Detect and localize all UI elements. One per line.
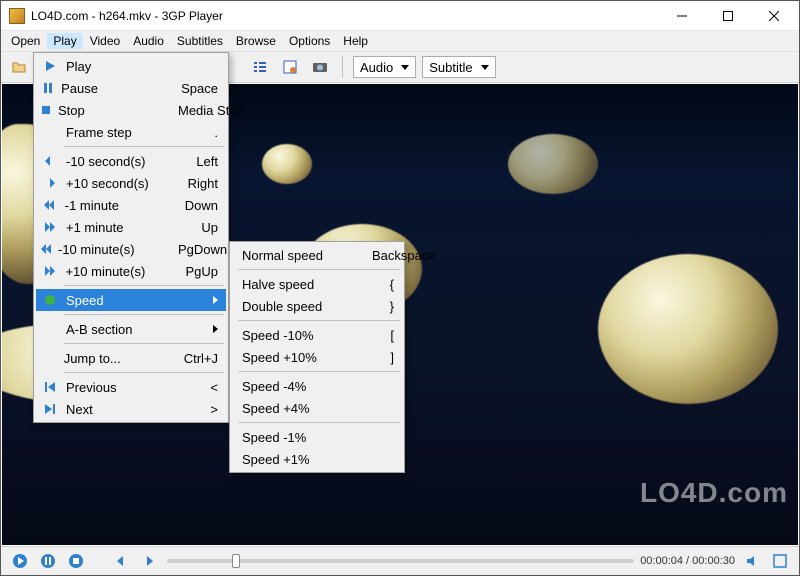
separator — [342, 56, 343, 78]
dropdown-caret-icon — [481, 65, 489, 70]
window-buttons — [659, 1, 797, 31]
menu-item-back-10s[interactable]: -10 second(s)Left — [36, 150, 226, 172]
menu-subtitles[interactable]: Subtitles — [171, 33, 229, 49]
menu-item-speed-minus-10[interactable]: Speed -10%[ — [232, 324, 402, 346]
app-icon — [9, 8, 25, 24]
play-button[interactable] — [9, 550, 31, 572]
menu-item-stop[interactable]: StopMedia Stop — [36, 99, 226, 121]
properties-button[interactable] — [278, 55, 302, 79]
maximize-button[interactable] — [705, 1, 751, 31]
forward-icon — [40, 175, 60, 191]
stop-button[interactable] — [65, 550, 87, 572]
subtitle-dropdown[interactable]: Subtitle — [422, 56, 495, 78]
menu-item-speed[interactable]: Speed — [36, 289, 226, 311]
menu-item-next[interactable]: Next> — [36, 398, 226, 420]
menu-item-back-10m[interactable]: -10 minute(s)PgDown — [36, 238, 226, 260]
screenshot-button[interactable] — [308, 55, 332, 79]
menu-item-back-1m[interactable]: -1 minuteDown — [36, 194, 226, 216]
play-icon — [40, 58, 60, 74]
seek-slider[interactable] — [167, 553, 634, 569]
minimize-button[interactable] — [659, 1, 705, 31]
menu-open[interactable]: Open — [5, 33, 46, 49]
stop-icon — [40, 102, 52, 118]
speed-icon — [40, 292, 60, 308]
previous-icon — [40, 379, 60, 395]
menu-item-speed-minus-1[interactable]: Speed -1% — [232, 426, 402, 448]
menu-item-speed-plus-10[interactable]: Speed +10%] — [232, 346, 402, 368]
menu-play[interactable]: Play — [47, 33, 82, 49]
rewind-fast-icon — [40, 197, 59, 213]
fullscreen-button[interactable] — [769, 550, 791, 572]
watermark: LO4D.com — [640, 477, 788, 509]
menu-audio[interactable]: Audio — [127, 33, 170, 49]
rewind-more-icon — [40, 241, 52, 257]
pause-icon — [40, 80, 55, 96]
menu-item-fwd-10s[interactable]: +10 second(s)Right — [36, 172, 226, 194]
menu-item-normal-speed[interactable]: Normal speedBackspace — [232, 244, 402, 266]
menu-item-jump-to[interactable]: Jump to...Ctrl+J — [36, 347, 226, 369]
time-display: 00:00:04 / 00:00:30 — [640, 555, 735, 567]
speed-submenu: Normal speedBackspace Halve speed{ Doubl… — [229, 241, 405, 473]
menu-item-speed-plus-4[interactable]: Speed +4% — [232, 397, 402, 419]
menu-options[interactable]: Options — [283, 33, 336, 49]
menu-item-fwd-1m[interactable]: +1 minuteUp — [36, 216, 226, 238]
menu-item-speed-minus-4[interactable]: Speed -4% — [232, 375, 402, 397]
menu-item-previous[interactable]: Previous< — [36, 376, 226, 398]
seek-fwd-button[interactable] — [139, 550, 161, 572]
menu-item-double-speed[interactable]: Double speed} — [232, 295, 402, 317]
open-file-button[interactable] — [7, 55, 31, 79]
menu-item-play[interactable]: Play — [36, 55, 226, 77]
seek-thumb[interactable] — [232, 554, 240, 568]
audio-dropdown[interactable]: Audio — [353, 56, 416, 78]
forward-fast-icon — [40, 219, 60, 235]
menu-help[interactable]: Help — [337, 33, 374, 49]
forward-more-icon — [40, 263, 59, 279]
menu-item-speed-plus-1[interactable]: Speed +1% — [232, 448, 402, 470]
submenu-arrow-icon — [213, 325, 218, 333]
subtitle-label: Subtitle — [429, 60, 472, 75]
menu-video[interactable]: Video — [84, 33, 126, 49]
menu-item-fwd-10m[interactable]: +10 minute(s)PgUp — [36, 260, 226, 282]
next-icon — [40, 401, 60, 417]
window-title: LO4D.com - h264.mkv - 3GP Player — [31, 9, 659, 23]
menu-item-pause[interactable]: PauseSpace — [36, 77, 226, 99]
menu-item-ab-section[interactable]: A-B section — [36, 318, 226, 340]
menu-bar: Open Play Video Audio Subtitles Browse O… — [1, 31, 799, 51]
close-button[interactable] — [751, 1, 797, 31]
audio-label: Audio — [360, 60, 393, 75]
submenu-arrow-icon — [213, 296, 218, 304]
title-bar: LO4D.com - h264.mkv - 3GP Player — [1, 1, 799, 31]
mute-button[interactable] — [741, 550, 763, 572]
menu-browse[interactable]: Browse — [230, 33, 282, 49]
seek-back-button[interactable] — [111, 550, 133, 572]
menu-item-frame-step[interactable]: Frame step. — [36, 121, 226, 143]
pause-button[interactable] — [37, 550, 59, 572]
dropdown-caret-icon — [401, 65, 409, 70]
playlist-button[interactable] — [248, 55, 272, 79]
menu-item-halve-speed[interactable]: Halve speed{ — [232, 273, 402, 295]
rewind-icon — [40, 153, 60, 169]
control-bar: 00:00:04 / 00:00:30 — [1, 546, 799, 575]
play-menu: Play PauseSpace StopMedia Stop Frame ste… — [33, 52, 229, 423]
